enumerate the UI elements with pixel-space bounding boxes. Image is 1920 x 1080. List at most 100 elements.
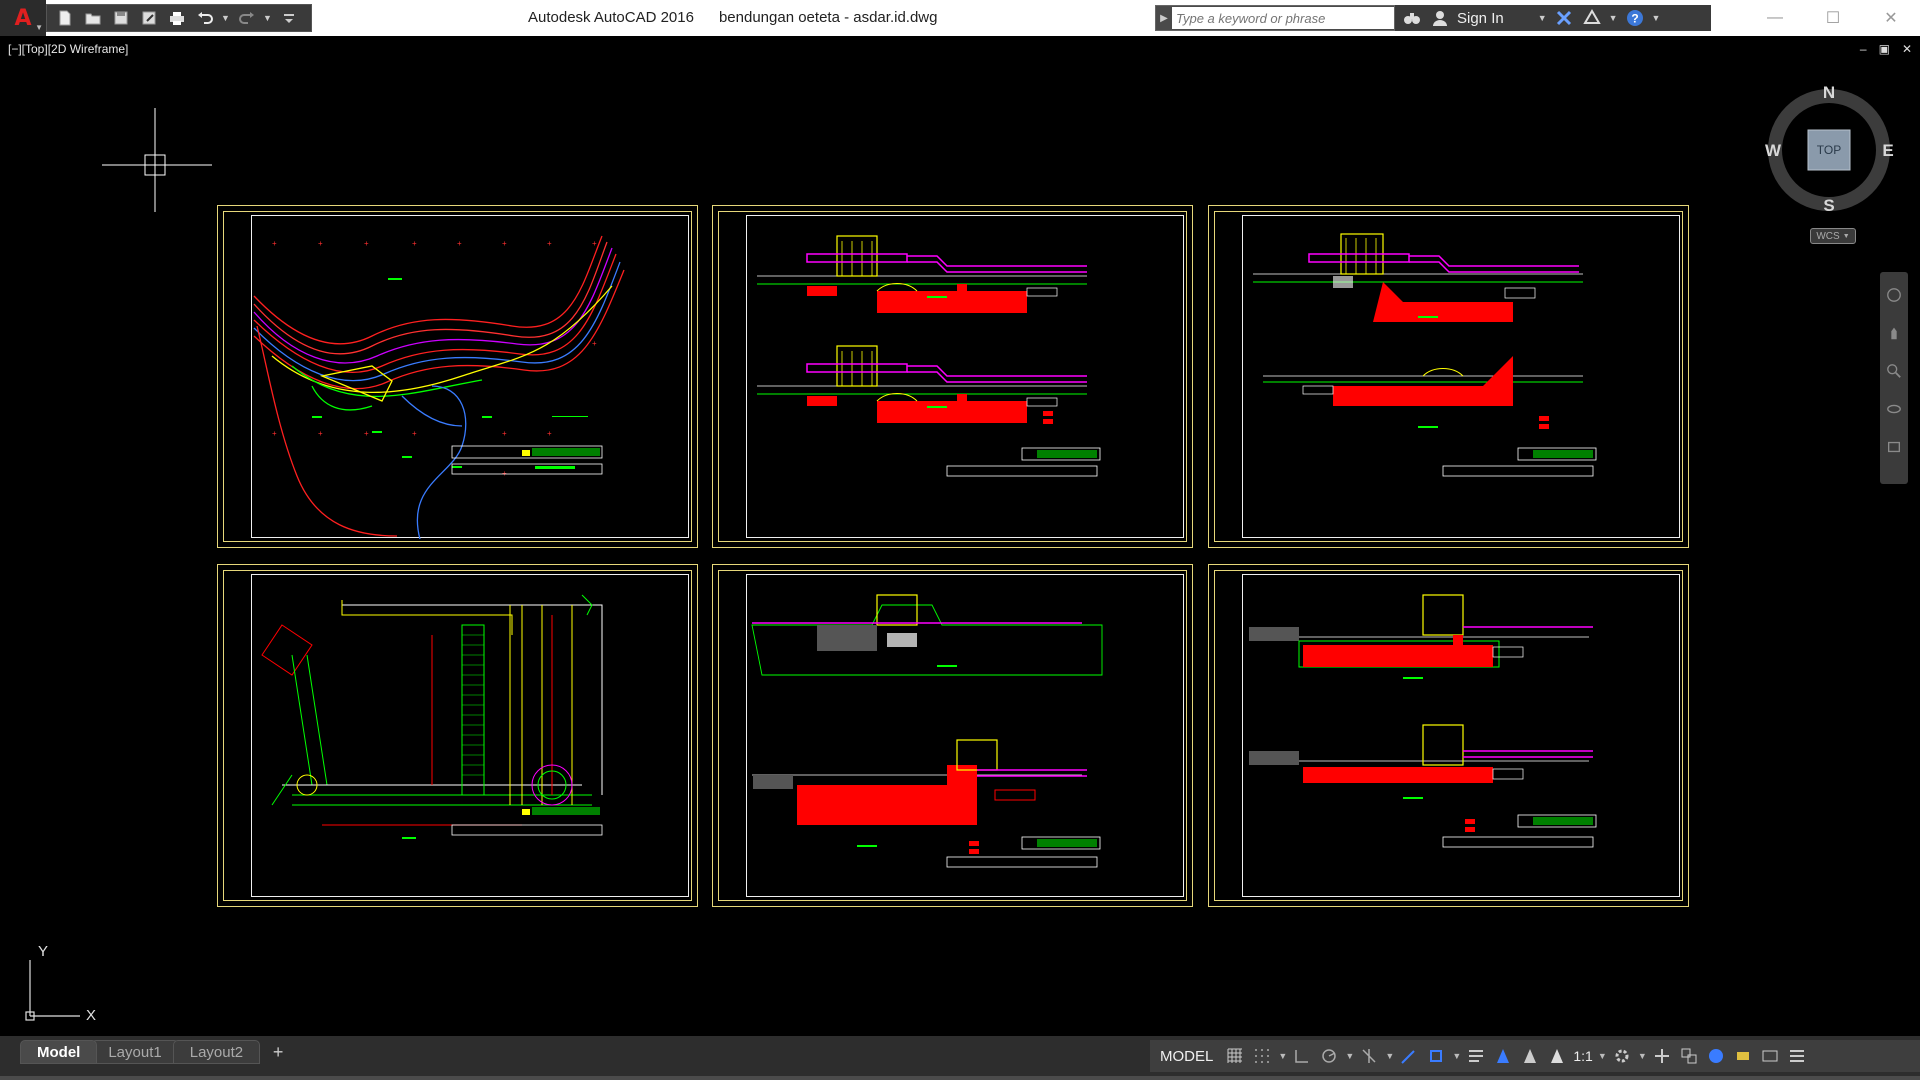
- plot-icon[interactable]: [165, 7, 189, 29]
- a360-dropdown-icon[interactable]: ▼: [1609, 13, 1618, 23]
- chevron-down-icon: ▼: [1842, 232, 1850, 240]
- binoculars-icon[interactable]: [1401, 7, 1423, 29]
- user-icon: [1429, 7, 1451, 29]
- annotation-visibility-icon[interactable]: [1492, 1045, 1514, 1067]
- search-input[interactable]: [1172, 7, 1394, 29]
- lineweight-icon[interactable]: [1465, 1045, 1487, 1067]
- help-dropdown-icon[interactable]: ▼: [1652, 13, 1661, 23]
- tab-layout2[interactable]: Layout2: [172, 1040, 261, 1064]
- customize-icon[interactable]: [277, 7, 301, 29]
- svg-text:?: ?: [1631, 12, 1638, 26]
- scale-dropdown-icon[interactable]: ▼: [1598, 1051, 1607, 1061]
- svg-text:+: +: [592, 239, 597, 248]
- sheet-section-1[interactable]: [712, 205, 1193, 548]
- pan-icon[interactable]: [1885, 324, 1903, 342]
- save-icon[interactable]: [109, 7, 133, 29]
- viewport-restore-icon[interactable]: ▣: [1879, 42, 1890, 56]
- autocad-logo-icon: A: [14, 5, 32, 31]
- sheet-long-section[interactable]: [712, 564, 1193, 907]
- ortho-icon[interactable]: [1291, 1045, 1313, 1067]
- toggle-screen-icon[interactable]: [1759, 1045, 1781, 1067]
- navigation-bar: [1880, 272, 1908, 484]
- showmotion-icon[interactable]: [1885, 438, 1903, 456]
- search-expand-icon[interactable]: ▶: [1156, 13, 1172, 24]
- annotation-autoscale-icon[interactable]: [1519, 1045, 1541, 1067]
- drawing-dam-sections-b: [1253, 233, 1597, 477]
- svg-text:+: +: [547, 239, 552, 248]
- clean-screen-icon[interactable]: [1732, 1045, 1754, 1067]
- workspace-dropdown-icon[interactable]: ▼: [1638, 1051, 1647, 1061]
- sheet-section-2[interactable]: [1208, 205, 1689, 548]
- sheet-cross-section[interactable]: [1208, 564, 1689, 907]
- compass-north[interactable]: N: [1823, 83, 1835, 102]
- sign-in-dropdown-icon[interactable]: ▼: [1538, 13, 1547, 23]
- close-icon[interactable]: ✕: [1862, 0, 1920, 36]
- polar-dropdown-icon[interactable]: ▼: [1345, 1051, 1354, 1061]
- autodesk-360-icon[interactable]: [1581, 7, 1603, 29]
- help-icon[interactable]: ?: [1624, 7, 1646, 29]
- add-layout-button[interactable]: +: [266, 1040, 290, 1064]
- minimize-icon[interactable]: —: [1746, 0, 1804, 36]
- viewcube[interactable]: TOP N S E W: [1764, 78, 1894, 228]
- tab-model[interactable]: Model: [20, 1040, 98, 1064]
- grid-icon[interactable]: [1224, 1045, 1246, 1067]
- exchange-apps-icon[interactable]: [1553, 7, 1575, 29]
- svg-text:+: +: [457, 239, 462, 248]
- save-as-icon[interactable]: [137, 7, 161, 29]
- isodraft-icon[interactable]: [1358, 1045, 1380, 1067]
- wcs-menu[interactable]: WCS ▼: [1810, 228, 1856, 244]
- new-icon[interactable]: [53, 7, 77, 29]
- search-box: ▶: [1155, 5, 1395, 31]
- svg-text:+: +: [318, 239, 323, 248]
- snap-icon[interactable]: [1251, 1045, 1273, 1067]
- isolate-objects-icon[interactable]: [1678, 1045, 1700, 1067]
- redo-dropdown-icon[interactable]: ▼: [263, 13, 273, 23]
- svg-text:+: +: [502, 429, 507, 438]
- svg-text:+: +: [364, 429, 369, 438]
- annotation-scale-icon[interactable]: [1546, 1045, 1568, 1067]
- object-snap-icon[interactable]: [1425, 1045, 1447, 1067]
- osnap-dropdown-icon[interactable]: ▼: [1452, 1051, 1461, 1061]
- drawing-longitudinal-sections: [751, 594, 1103, 868]
- svg-text:+: +: [272, 429, 277, 438]
- drawing-site-plan: + + + + + + + + + + + + + + + +: [253, 235, 625, 539]
- steering-wheel-icon[interactable]: [1885, 286, 1903, 304]
- snap-dropdown-icon[interactable]: ▼: [1278, 1051, 1287, 1061]
- polar-tracking-icon[interactable]: [1318, 1045, 1340, 1067]
- viewport-minimize-icon[interactable]: –: [1860, 42, 1867, 56]
- viewcube-top-face[interactable]: TOP: [1817, 143, 1841, 157]
- compass-south[interactable]: S: [1823, 196, 1834, 215]
- open-icon[interactable]: [81, 7, 105, 29]
- drawing-area[interactable]: [−][Top][2D Wireframe] – ▣ ✕ + + + + + +…: [2, 36, 1918, 1036]
- redo-icon[interactable]: [235, 7, 259, 29]
- undo-icon[interactable]: [193, 7, 217, 29]
- customization-menu-icon[interactable]: [1786, 1045, 1808, 1067]
- tab-layout1[interactable]: Layout1: [91, 1040, 179, 1064]
- compass-west[interactable]: W: [1765, 141, 1782, 160]
- maximize-icon[interactable]: ☐: [1804, 0, 1862, 36]
- annotation-scale-value[interactable]: 1:1: [1573, 1048, 1592, 1064]
- title-bar: A ▼ ▼ ▼ Autodesk AutoCAD 2016 bendungan …: [0, 0, 1920, 36]
- viewport-close-icon[interactable]: ✕: [1902, 42, 1912, 56]
- viewport-controls-label[interactable]: [−][Top][2D Wireframe]: [8, 42, 128, 56]
- object-snap-tracking-icon[interactable]: [1398, 1045, 1420, 1067]
- compass-east[interactable]: E: [1882, 141, 1893, 160]
- application-menu-button[interactable]: A ▼: [0, 0, 46, 36]
- ucs-icon: Y X: [25, 943, 96, 1022]
- sheet-site-plan[interactable]: + + + + + + + + + + + + + + + +: [217, 205, 698, 548]
- undo-dropdown-icon[interactable]: ▼: [221, 13, 231, 23]
- drawing-dam-sections-a: [756, 235, 1101, 477]
- hardware-acceleration-icon[interactable]: [1705, 1045, 1727, 1067]
- sheet-plan-layout[interactable]: [217, 564, 698, 907]
- zoom-extents-icon[interactable]: [1885, 362, 1903, 380]
- bottom-bar: Model Layout1 Layout2 + MODEL ▼ ▼ ▼ ▼ 1:…: [0, 1036, 1920, 1080]
- sign-in-button[interactable]: Sign In: [1457, 10, 1504, 27]
- svg-text:+: +: [318, 429, 323, 438]
- plus-icon[interactable]: [1651, 1045, 1673, 1067]
- svg-text:+: +: [364, 239, 369, 248]
- isodraft-dropdown-icon[interactable]: ▼: [1385, 1051, 1394, 1061]
- workspace-gear-icon[interactable]: [1611, 1045, 1633, 1067]
- svg-text:+: +: [502, 239, 507, 248]
- orbit-icon[interactable]: [1885, 400, 1903, 418]
- model-space-button[interactable]: MODEL: [1154, 1048, 1219, 1065]
